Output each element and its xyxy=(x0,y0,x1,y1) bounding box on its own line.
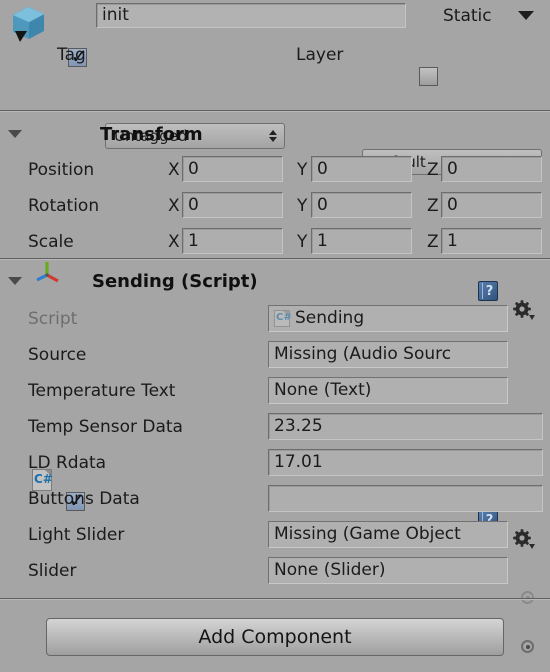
script-foldout-toggle[interactable] xyxy=(8,277,22,285)
cube-icon xyxy=(6,2,50,46)
question-mark-glyph: ? xyxy=(485,283,494,299)
updown-arrows-icon xyxy=(269,130,277,142)
transform-bottom-separator-highlight xyxy=(0,259,550,260)
script-field-value[interactable]: 23.25 xyxy=(268,413,543,440)
object-name-input[interactable]: init xyxy=(96,3,406,28)
script-settings-gear-icon[interactable] xyxy=(512,529,535,549)
tag-label: Tag xyxy=(57,45,86,65)
transform-axis-label-y: Y xyxy=(297,160,308,180)
transform-axis-label-x: X xyxy=(168,160,180,180)
script-field-label: Temp Sensor Data xyxy=(28,417,183,437)
script-field-value[interactable]: 17.01 xyxy=(268,449,543,476)
script-component-title: Sending (Script) xyxy=(92,271,258,292)
script-field-label: Temperature Text xyxy=(28,381,176,401)
static-checkbox[interactable] xyxy=(419,67,438,86)
transform-axis-label-x: X xyxy=(168,196,180,216)
transform-scale-y-input[interactable]: 1 xyxy=(311,228,412,254)
script-field-label: Light Slider xyxy=(28,525,125,545)
transform-axis-label-x: X xyxy=(168,232,180,252)
transform-axis-label-z: Z xyxy=(427,232,439,252)
transform-position-y-input[interactable]: 0 xyxy=(311,156,412,182)
script-field-value[interactable]: None (Slider) xyxy=(268,557,508,584)
transform-scale-z-input[interactable]: 1 xyxy=(441,228,542,254)
transform-scale-x-input[interactable]: 1 xyxy=(182,228,283,254)
script-field-label: Script xyxy=(28,309,78,329)
static-dropdown-arrow[interactable] xyxy=(518,11,534,20)
transform-axis-label-z: Z xyxy=(427,196,439,216)
script-field-value[interactable]: C# Sending xyxy=(268,305,508,332)
transform-row-label: Rotation xyxy=(28,196,100,216)
transform-foldout-toggle[interactable] xyxy=(8,130,22,138)
script-field-text: Sending xyxy=(295,308,365,328)
script-field-value[interactable]: None (Text) xyxy=(268,377,508,404)
transform-axis-label-y: Y xyxy=(297,196,308,216)
transform-rotation-z-input[interactable]: 0 xyxy=(441,192,542,218)
script-field-value[interactable]: Missing (Game Object xyxy=(268,521,508,548)
script-field-label: Slider xyxy=(28,561,77,581)
script-field-value[interactable]: Missing (Audio Sourc xyxy=(268,341,508,368)
transform-axis-label-y: Y xyxy=(297,232,308,252)
header-separator-highlight xyxy=(0,111,550,112)
static-label: Static xyxy=(443,6,492,26)
csharp-glyph: C# xyxy=(34,472,53,486)
transform-position-x-input[interactable]: 0 xyxy=(182,156,283,182)
object-picker-icon[interactable] xyxy=(521,640,534,653)
script-field-label: Buttons Data xyxy=(28,489,140,509)
transform-settings-gear-icon[interactable] xyxy=(512,300,535,320)
transform-axis-icon xyxy=(33,258,59,283)
transform-help-icon[interactable]: ? xyxy=(478,281,498,301)
transform-title: Transform xyxy=(100,124,203,145)
transform-position-z-input[interactable]: 0 xyxy=(441,156,542,182)
script-field-value[interactable] xyxy=(268,485,543,512)
script-field-label: LD Rdata xyxy=(28,453,107,473)
transform-row-label: Scale xyxy=(28,232,74,252)
transform-axis-label-z: Z xyxy=(427,160,439,180)
add-component-button[interactable]: Add Component xyxy=(46,618,504,656)
script-field-label: Source xyxy=(28,345,87,365)
transform-rotation-y-input[interactable]: 0 xyxy=(311,192,412,218)
transform-rotation-x-input[interactable]: 0 xyxy=(182,192,283,218)
layer-label: Layer xyxy=(296,45,344,65)
script-bottom-separator-highlight xyxy=(0,599,550,600)
script-property-rows: Script C# Sending Source Missing (Audio Sour… xyxy=(0,279,550,653)
csharp-glyph: C# xyxy=(276,312,292,323)
csharp-script-icon: C# xyxy=(274,310,292,327)
transform-row-label: Position xyxy=(28,160,95,180)
